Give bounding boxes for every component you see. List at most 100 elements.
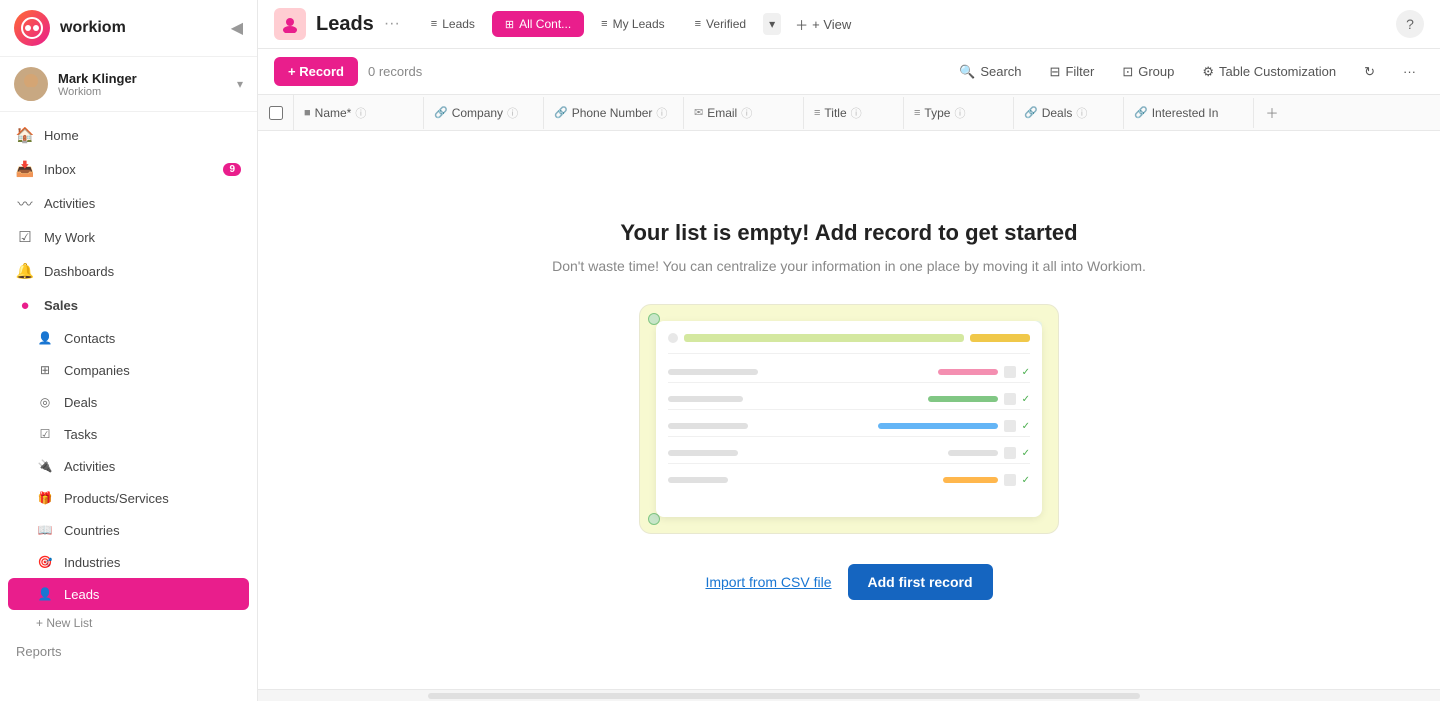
scrollbar-track (428, 693, 1140, 699)
sidebar-item-label: Dashboards (44, 264, 114, 279)
sidebar-item-industries[interactable]: 🎯 Industries (0, 546, 257, 578)
illus-icon (1004, 393, 1016, 405)
th-phone-icon: 🔗 (554, 106, 568, 119)
new-list-button[interactable]: + New List (0, 610, 257, 636)
more-options-button[interactable]: ··· (1395, 59, 1424, 84)
sidebar-item-sales[interactable]: ● Sales (0, 288, 257, 322)
activities-sub-icon: 🔌 (36, 457, 54, 475)
empty-state-subtitle: Don't waste time! You can centralize you… (552, 258, 1146, 274)
tab-leads[interactable]: ≡ Leads (418, 11, 488, 37)
th-interested-label: Interested In (1152, 106, 1219, 120)
records-count: 0 records (368, 64, 422, 79)
sidebar-item-tasks[interactable]: ☑ Tasks (0, 418, 257, 450)
illus-check: ✓ (1022, 421, 1030, 432)
th-name: ■ Name* ⓘ (294, 97, 424, 129)
sidebar-item-label: My Work (44, 230, 95, 245)
illus-row-5: ✓ (668, 470, 1030, 490)
illus-bar (948, 450, 998, 456)
illus-check: ✓ (1022, 475, 1030, 486)
tab-my-leads-icon: ≡ (601, 18, 607, 30)
th-name-info[interactable]: ⓘ (355, 105, 366, 121)
illus-inner: ✓ ✓ ✓ (656, 321, 1042, 517)
add-record-button[interactable]: + Record (274, 57, 358, 86)
user-info: Mark Klinger Workiom (58, 71, 227, 98)
select-all-checkbox[interactable] (258, 95, 294, 130)
new-list-label: + New List (36, 616, 92, 630)
select-all-input[interactable] (269, 106, 283, 120)
sidebar-collapse-button[interactable]: ◀ (231, 18, 243, 38)
illus-bar-blue (878, 423, 998, 429)
page-title: Leads (316, 13, 374, 36)
sidebar-item-my-work[interactable]: ☑ My Work (0, 220, 257, 254)
sidebar-item-dashboards[interactable]: 🔔 Dashboards (0, 254, 257, 288)
illus-row-4: ✓ (668, 443, 1030, 464)
sidebar-item-companies[interactable]: ⊞ Companies (0, 354, 257, 386)
sidebar-item-label: Industries (64, 555, 120, 570)
add-view-button[interactable]: ＋ + View (785, 10, 861, 39)
app-logo[interactable] (14, 10, 50, 46)
tab-leads-icon: ≡ (431, 18, 437, 30)
page-icon (274, 8, 306, 40)
illus-bar-pink (938, 369, 998, 375)
avatar (14, 67, 48, 101)
sidebar-item-activities[interactable]: 〰 Activities (0, 186, 257, 220)
search-button[interactable]: 🔍 Search (951, 59, 1029, 85)
more-options-icon: ··· (1403, 64, 1416, 79)
table-customization-button[interactable]: ⚙ Table Customization (1194, 59, 1344, 85)
th-deals-label: Deals (1042, 106, 1073, 120)
sidebar-item-countries[interactable]: 📖 Countries (0, 514, 257, 546)
sidebar-item-label: Home (44, 128, 79, 143)
search-label: Search (980, 64, 1021, 79)
topbar: Leads ··· ≡ Leads ⊞ All Cont... ≡ My Lea… (258, 0, 1440, 49)
th-company-info[interactable]: ⓘ (507, 105, 518, 121)
sidebar-item-label: Leads (64, 587, 99, 602)
sidebar-item-contacts[interactable]: 👤 Contacts (0, 322, 257, 354)
add-column-button[interactable]: ＋ (1254, 103, 1290, 122)
th-phone-info[interactable]: ⓘ (656, 105, 667, 121)
th-type-info[interactable]: ⓘ (954, 105, 965, 121)
tab-all-contacts[interactable]: ⊞ All Cont... (492, 11, 584, 37)
illus-row-3: ✓ (668, 416, 1030, 437)
bottom-scrollbar[interactable] (258, 689, 1440, 701)
sidebar-item-inbox[interactable]: 📥 Inbox 9 (0, 152, 257, 186)
add-first-record-button[interactable]: Add first record (848, 564, 993, 600)
th-type-label: Type (924, 106, 950, 120)
sidebar-item-leads[interactable]: 👤 Leads (8, 578, 249, 610)
th-deals-info[interactable]: ⓘ (1076, 105, 1087, 121)
add-view-label: + View (812, 17, 851, 32)
th-title-info[interactable]: ⓘ (851, 105, 862, 121)
th-email-icon: ✉ (694, 106, 703, 119)
refresh-button[interactable]: ↻ (1356, 59, 1383, 85)
my-work-icon: ☑ (16, 228, 34, 246)
user-profile[interactable]: Mark Klinger Workiom ▾ (0, 57, 257, 112)
group-button[interactable]: ⊡ Group (1114, 59, 1182, 85)
page-more-button[interactable]: ··· (384, 15, 400, 33)
tabs-dropdown-button[interactable]: ▾ (763, 13, 781, 35)
sidebar-item-deals[interactable]: ◎ Deals (0, 386, 257, 418)
home-icon: 🏠 (16, 126, 34, 144)
sidebar-item-activities-sub[interactable]: 🔌 Activities (0, 450, 257, 482)
toolbar: + Record 0 records 🔍 Search ⊟ Filter ⊡ G… (258, 49, 1440, 95)
user-name: Mark Klinger (58, 71, 227, 86)
th-email: ✉ Email ⓘ (684, 97, 804, 129)
sidebar-item-label: Companies (64, 363, 130, 378)
app-name: workiom (60, 19, 126, 37)
sidebar-item-products-services[interactable]: 🎁 Products/Services (0, 482, 257, 514)
filter-button[interactable]: ⊟ Filter (1042, 59, 1103, 85)
import-csv-link[interactable]: Import from CSV file (705, 574, 831, 590)
tab-verified[interactable]: ≡ Verified (682, 11, 759, 37)
th-title-icon: ≡ (814, 107, 820, 119)
sidebar-item-home[interactable]: 🏠 Home (0, 118, 257, 152)
toolbar-right: 🔍 Search ⊟ Filter ⊡ Group ⚙ Table Custom… (951, 59, 1424, 85)
th-email-info[interactable]: ⓘ (741, 105, 752, 121)
th-title: ≡ Title ⓘ (804, 97, 904, 129)
th-type-icon: ≡ (914, 107, 920, 119)
tab-my-leads[interactable]: ≡ My Leads (588, 11, 677, 37)
sidebar-item-label: Activities (44, 196, 95, 211)
illus-bar (668, 396, 743, 402)
empty-actions: Import from CSV file Add first record (705, 564, 992, 600)
sidebar-item-reports[interactable]: Reports (0, 636, 257, 667)
help-button[interactable]: ? (1396, 10, 1424, 38)
th-phone-label: Phone Number (572, 106, 653, 120)
th-company-icon: 🔗 (434, 106, 448, 119)
